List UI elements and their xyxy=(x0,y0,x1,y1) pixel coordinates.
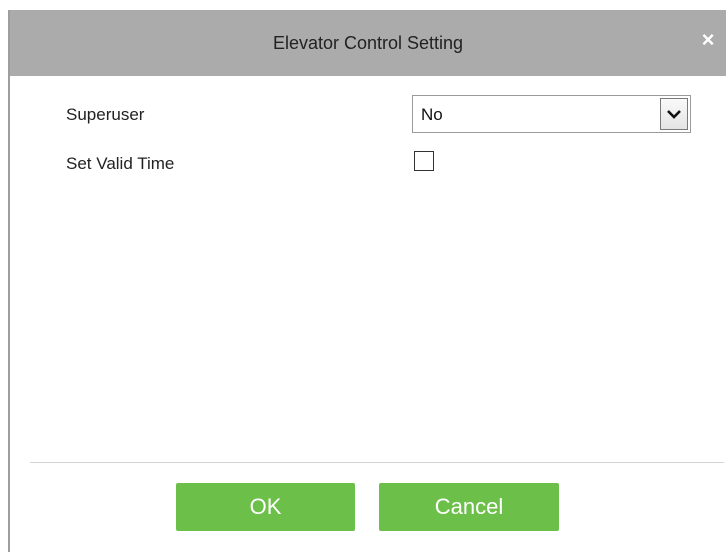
superuser-select[interactable]: No xyxy=(412,95,691,133)
superuser-label: Superuser xyxy=(66,105,145,124)
dialog-title: Elevator Control Setting xyxy=(272,33,464,53)
dialog-titlebar: Elevator Control Setting × xyxy=(10,10,726,76)
ok-button[interactable]: OK xyxy=(176,483,355,531)
set-valid-time-checkbox[interactable] xyxy=(414,151,434,171)
set-valid-time-label: Set Valid Time xyxy=(66,154,175,173)
superuser-select-value: No xyxy=(421,105,443,124)
elevator-control-dialog: Elevator Control Setting × Superuser No … xyxy=(8,10,726,552)
cancel-button[interactable]: Cancel xyxy=(379,483,559,531)
close-icon[interactable]: × xyxy=(698,27,718,53)
chevron-down-icon[interactable] xyxy=(660,98,688,130)
footer-divider xyxy=(30,462,724,463)
